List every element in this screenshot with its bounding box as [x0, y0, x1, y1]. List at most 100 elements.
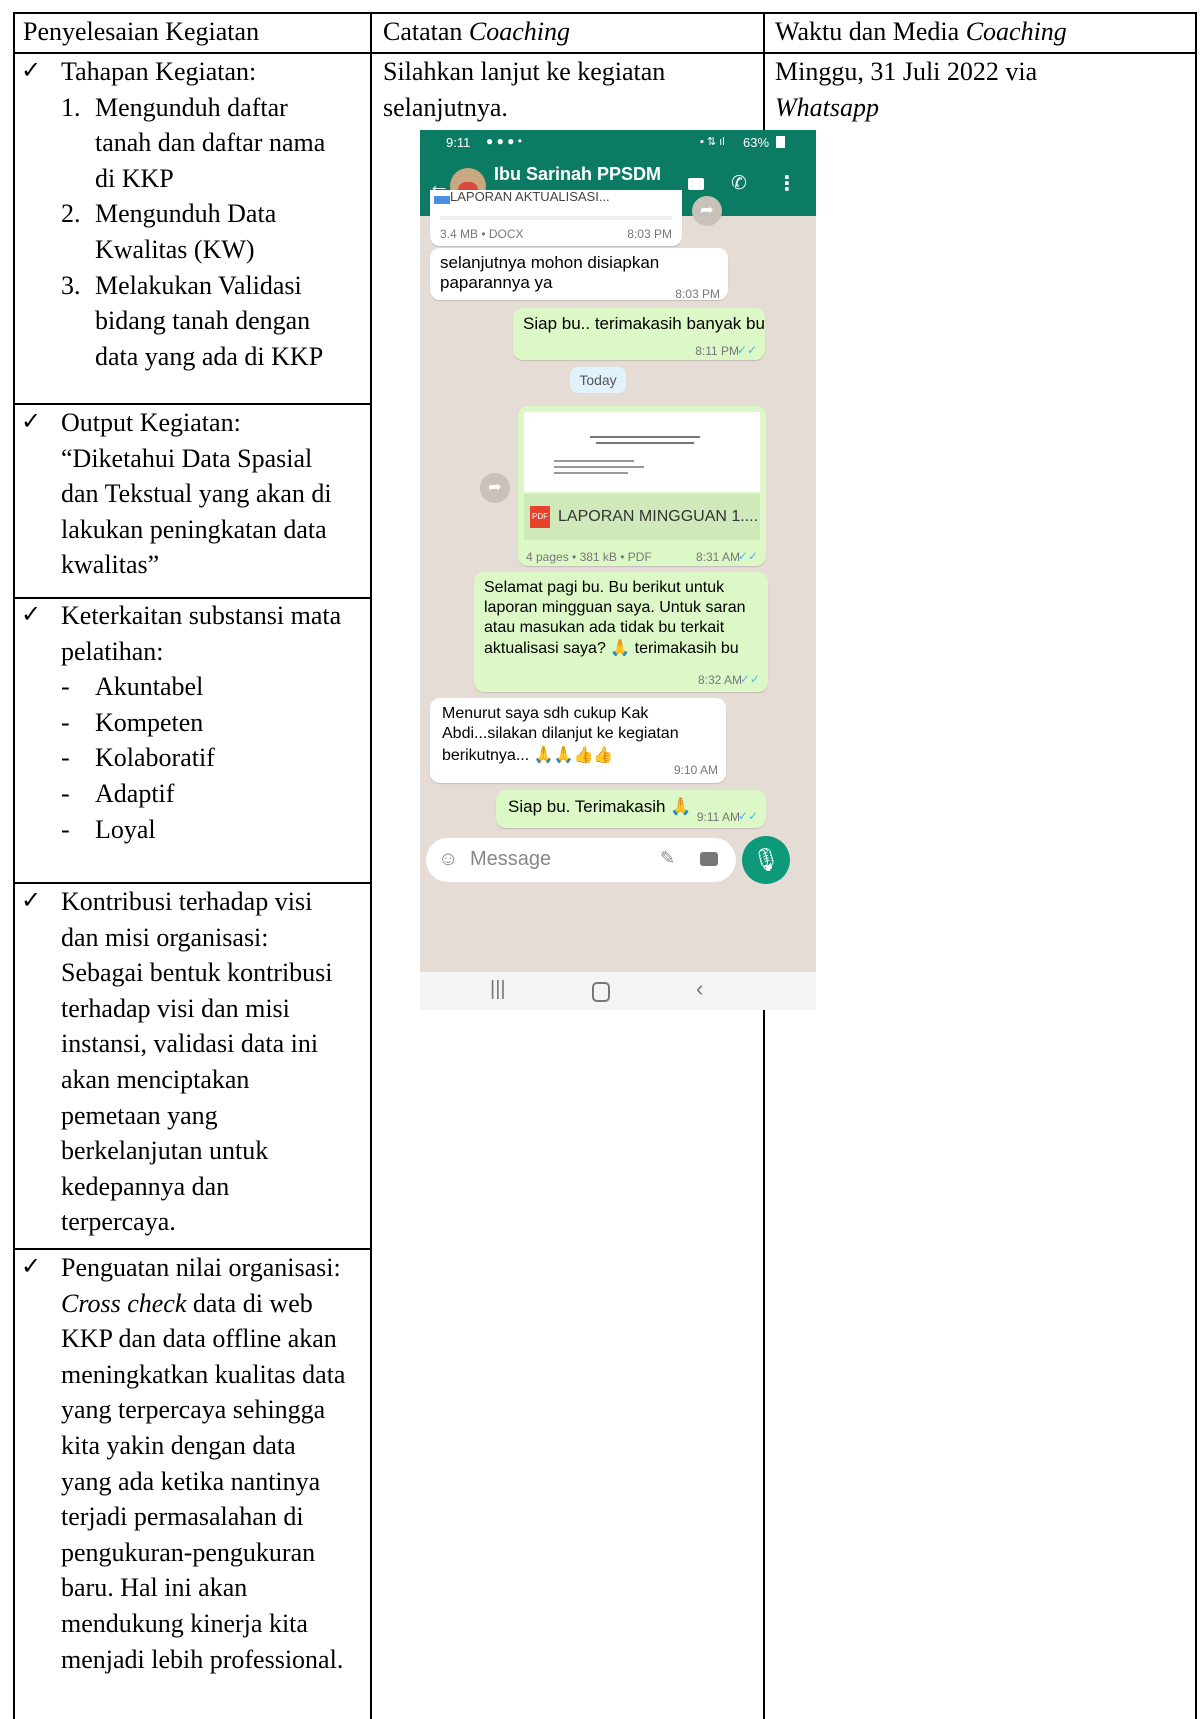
phone-call-icon[interactable]: ✆	[731, 172, 747, 195]
output-title: Output Kegiatan:	[61, 408, 241, 437]
outgoing-message[interactable]: Siap bu. Terimakasih 🙏 9:11 AM ✓✓	[496, 790, 766, 828]
list-item: Loyal	[95, 814, 156, 844]
recent-apps-icon[interactable]: |||	[490, 978, 506, 1001]
outgoing-message[interactable]: Selamat pagi bu. Bu berikut untuk lapora…	[474, 572, 768, 692]
preview-line	[554, 460, 634, 462]
step-text: data yang ada di KKP	[95, 341, 324, 371]
forward-icon[interactable]: ➦	[692, 196, 722, 226]
penguatan-text: pengukuran-pengukuran	[61, 1537, 316, 1567]
kontribusi-text: akan menciptakan	[61, 1065, 250, 1094]
message-text: paparannya ya	[440, 273, 553, 292]
kontribusi-text: berkelanjutan untuk	[61, 1136, 269, 1166]
step-number: 2.	[61, 199, 81, 229]
list-dash: -	[61, 743, 70, 773]
step-text: bidang tanah dengan	[95, 306, 311, 336]
penguatan-text: Cross check data di web	[61, 1288, 313, 1318]
preview-line	[554, 466, 644, 468]
keterkaitan-title: Keterkaitan substansi mata	[61, 601, 342, 630]
checkmark-icon: ✓	[21, 1254, 42, 1280]
message-text: Siap bu.. terimakasih banyak bu	[523, 314, 765, 333]
penguatan-text: KKP dan data offline akan	[61, 1324, 337, 1354]
date-divider: Today	[570, 367, 626, 393]
message-text: laporan mingguan saya. Untuk saran	[484, 599, 746, 616]
message-text: berikutnya... 🙏🙏👍👍	[442, 747, 614, 764]
camera-icon[interactable]	[700, 852, 718, 866]
step-text: tanah dan daftar nama	[95, 128, 326, 158]
notification-icons: ● ● ● •	[486, 134, 522, 148]
back-icon[interactable]: ‹	[696, 976, 703, 1002]
keterkaitan-title: pelatihan:	[61, 636, 164, 666]
microphone-icon[interactable]: 🎙	[742, 836, 790, 884]
document-preview	[440, 216, 672, 220]
checkmark-icon: ✓	[21, 602, 42, 628]
coaching-date: Minggu, 31 Juli 2022 via	[775, 57, 1038, 86]
coaching-note-line: selanjutnya.	[383, 92, 508, 122]
list-dash: -	[61, 672, 70, 702]
penguatan-text: baru. Hal ini akan	[61, 1573, 248, 1603]
list-dash: -	[61, 814, 70, 844]
kontribusi-text: dan misi organisasi:	[61, 922, 269, 952]
message-time: 8:31 AM	[695, 550, 740, 564]
outgoing-message[interactable]: Siap bu.. terimakasih banyak bu 8:11 PM …	[513, 308, 765, 360]
checkmark-icon: ✓	[21, 58, 42, 84]
table-border-left	[13, 12, 15, 1719]
video-call-icon[interactable]	[688, 178, 704, 190]
step-text: Mengunduh daftar	[95, 92, 288, 122]
message-time: 8:03 PM	[627, 227, 672, 241]
step-text: Kwalitas (KW)	[95, 235, 255, 264]
list-dash: -	[61, 779, 70, 808]
output-text: kwalitas”	[61, 550, 160, 580]
checkmark-icon: ✓	[21, 888, 42, 914]
pdf-file-row: PDF LAPORAN MINGGUAN 1....	[524, 494, 760, 540]
step-text: di KKP	[95, 163, 174, 193]
signal-icon: ▪ ⇅ ıl	[700, 136, 725, 148]
incoming-message[interactable]: selanjutnya mohon disiapkan paparannya y…	[430, 248, 728, 301]
whatsapp-screenshot: 9:11 ● ● ● • ▪ ⇅ ıl 63% ← Ibu Sarinah PP…	[420, 130, 816, 1010]
message-time: 8:11 PM	[695, 344, 739, 358]
kontribusi-text: Kontribusi terhadap visi	[61, 887, 313, 916]
message-text: aktualisasi saya? 🙏 terimakasih bu	[484, 640, 739, 657]
coaching-note-line: Silahkan lanjut ke kegiatan	[383, 57, 666, 86]
penguatan-title: Penguatan nilai organisasi:	[61, 1253, 341, 1282]
status-time: 9:11	[446, 135, 471, 150]
emoji-icon[interactable]: ☺	[438, 848, 458, 871]
penguatan-text: menjadi lebih professional.	[61, 1644, 344, 1674]
message-time: 9:11 AM	[696, 810, 740, 824]
contact-name[interactable]: Ibu Sarinah PPSDM	[494, 164, 661, 185]
penguatan-text: kita yakin dengan data	[61, 1431, 296, 1460]
android-nav-bar: ||| ‹	[420, 972, 816, 1010]
message-input[interactable]: Message	[470, 848, 551, 871]
kontribusi-text: terpercaya.	[61, 1207, 176, 1237]
battery-percent: 63%	[743, 135, 770, 150]
list-dash: -	[61, 707, 70, 737]
coaching-media: Whatsapp	[775, 92, 879, 122]
home-icon[interactable]	[592, 982, 610, 1002]
step-number: 3.	[61, 270, 81, 300]
output-text: lakukan peningkatan data	[61, 514, 327, 544]
header-col-2: Catatan Coaching	[383, 17, 571, 46]
pdf-meta: 4 pages • 381 kB • PDF	[526, 550, 652, 564]
output-text: dan Tekstual yang akan di	[61, 479, 332, 509]
list-item: Kolaboratif	[95, 743, 215, 773]
message-text: Selamat pagi bu. Bu berikut untuk	[484, 579, 725, 596]
menu-dots-icon[interactable]: ⋮	[777, 171, 797, 196]
forward-icon[interactable]: ➦	[480, 473, 510, 503]
step-number: 1.	[61, 92, 81, 122]
header-col-3: Waktu dan Media Coaching	[775, 17, 1067, 46]
incoming-message[interactable]: Menurut saya sdh cukup Kak Abdi...silaka…	[430, 698, 726, 783]
document-title: LAPORAN AKTUALISASI...	[450, 190, 610, 204]
battery-icon	[776, 136, 785, 148]
attach-icon[interactable]: ✎	[660, 848, 675, 869]
docx-icon	[434, 196, 450, 204]
checkmark-icon: ✓	[21, 409, 42, 435]
kontribusi-text: Sebagai bentuk kontribusi	[61, 958, 333, 988]
table-border-top	[13, 12, 1196, 14]
preview-line	[596, 442, 694, 444]
message-input-bar[interactable]: ☺ Message ✎	[426, 838, 736, 882]
read-ticks-icon: ✓✓	[737, 549, 758, 563]
pdf-message[interactable]: PDF LAPORAN MINGGUAN 1.... 4 pages • 381…	[518, 406, 766, 566]
message-text: atau masukan ada tidak bu terkait	[484, 619, 725, 636]
pdf-preview	[524, 412, 760, 492]
pdf-icon: PDF	[530, 506, 550, 528]
list-item: Kompeten	[95, 707, 204, 737]
